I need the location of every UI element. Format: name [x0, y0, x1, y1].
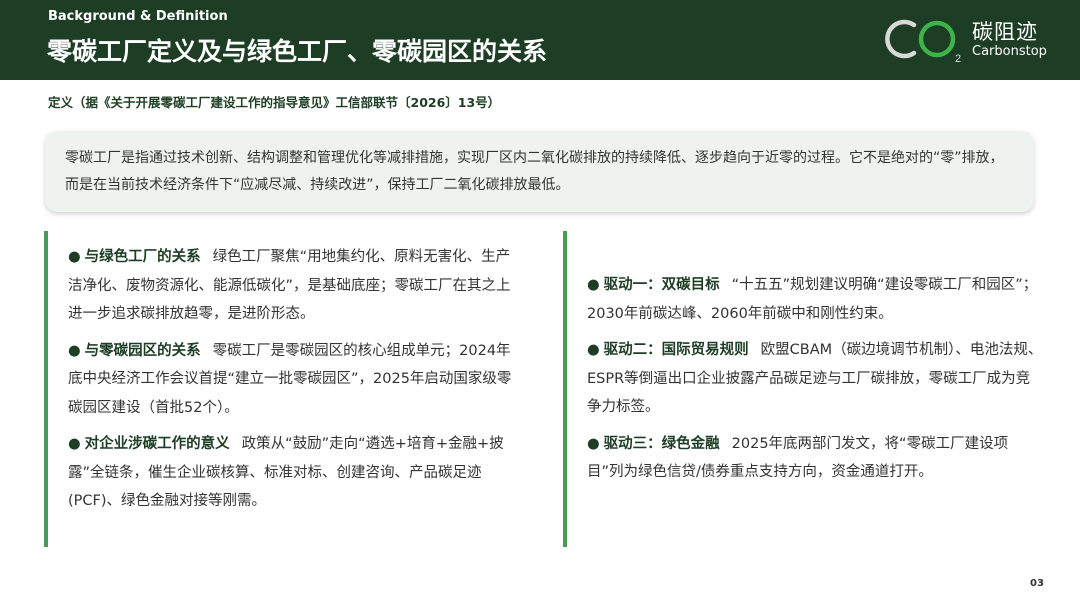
list-item: ● 驱动二：国际贸易规则 欧盟CBAM（碳边境调节机制）、电池法规、ESPR等倒逼出… [587, 336, 1043, 422]
item-heading: 驱动二：国际贸易规则 [603, 342, 749, 358]
list-item: ● 与零碳园区的关系 零碳工厂是零碳园区的核心组成单元；2024年底中央经济工作会议… [68, 337, 524, 423]
item-heading: 与绿色工厂的关系 [84, 249, 201, 265]
list-item: ● 驱动一：双碳目标 “十五五”规划建议明确“建设零碳工厂和园区”；2030年前碳达… [587, 271, 1043, 328]
item-heading: 驱动一：双碳目标 [603, 277, 720, 293]
header-bar: Background & Definition 零碳工厂定义及与绿色工厂、零碳园… [0, 0, 1080, 80]
drivers-column: ● 驱动一：双碳目标 “十五五”规划建议明确“建设零碳工厂和园区”；2030年前碳达… [563, 231, 1043, 547]
item-heading: 与零碳园区的关系 [84, 342, 201, 359]
page-title: 零碳工厂定义及与绿色工厂、零碳园区的关系 [47, 37, 548, 66]
bullet-dot-icon: ● [68, 436, 81, 452]
list-item: ● 驱动三：绿色金融 2025年底两部门发文，将“零碳工厂建设项目”列为绿色信贷/债… [587, 430, 1043, 487]
svg-text:2: 2 [955, 53, 961, 65]
bullet-dot-icon: ● [587, 342, 600, 358]
relations-column: ● 与绿色工厂的关系 绿色工厂聚焦“用地集约化、原料无害化、生产洁净化、废物资源化、… [44, 231, 524, 547]
bullet-dot-icon: ● [587, 435, 600, 452]
definition-source-heading: 定义（据《关于开展零碳工厂建设工作的指导意见》工信部联节〔2026〕13号） [48, 95, 501, 110]
bullet-dot-icon: ● [587, 277, 600, 293]
logo-chinese-name: 碳阻迹 [972, 20, 1038, 44]
co2-logo-mark-icon: 2 [885, 19, 961, 65]
definition-box: 零碳工厂是指通过技术创新、结构调整和管理优化等减排措施，实现厂区内二氧化碳排放的… [45, 131, 1034, 212]
list-item: ● 对企业涉碳工作的意义 政策从“鼓励”走向“遴选+培育+金融+披露”全链条，催生企… [68, 430, 524, 516]
carbonstop-logo: 2 碳阻迹 Carbonstop [880, 14, 1060, 66]
list-item: ● 与绿色工厂的关系 绿色工厂聚焦“用地集约化、原料无害化、生产洁净化、废物资源化、… [68, 243, 524, 329]
definition-text: 零碳工厂是指通过技术创新、结构调整和管理优化等减排措施，实现厂区内二氧化碳排放的… [65, 150, 1004, 193]
eyebrow-label: Background & Definition [48, 9, 228, 24]
item-heading: 对企业涉碳工作的意义 [84, 436, 230, 452]
page-number: 03 [1030, 578, 1044, 589]
item-heading: 驱动三：绿色金融 [603, 435, 720, 452]
bullet-dot-icon: ● [68, 342, 81, 359]
bullet-dot-icon: ● [68, 249, 81, 265]
logo-english-name: Carbonstop [972, 44, 1047, 59]
